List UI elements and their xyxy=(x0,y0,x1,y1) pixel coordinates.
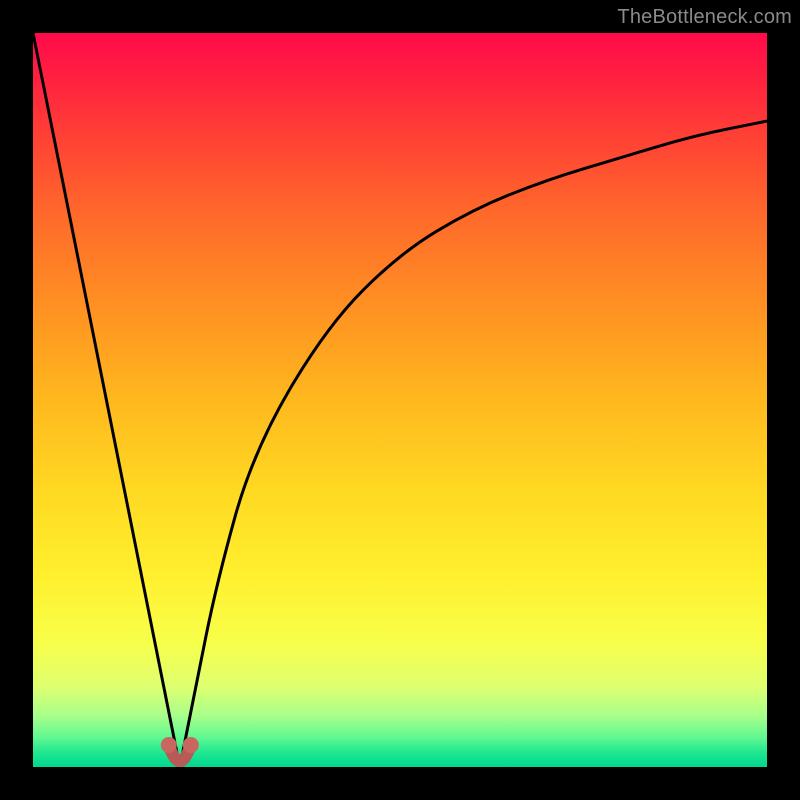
watermark-text: TheBottleneck.com xyxy=(617,6,792,29)
chart-frame: TheBottleneck.com xyxy=(0,0,800,800)
curve-segment xyxy=(180,121,767,767)
chart-curves xyxy=(0,0,800,800)
marker-dot-1 xyxy=(183,737,199,753)
marker-dot-0 xyxy=(161,737,177,753)
curve-segment xyxy=(33,33,180,767)
